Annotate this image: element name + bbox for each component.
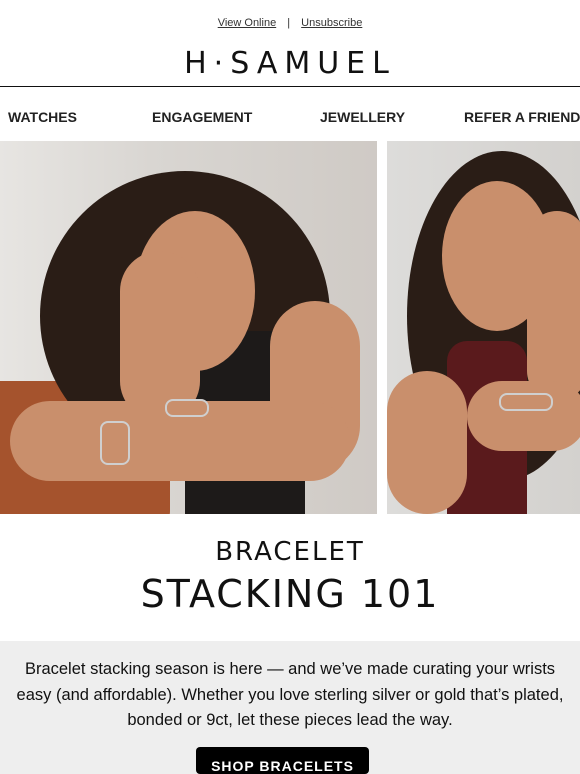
arm-shape xyxy=(467,381,580,451)
hand-shape xyxy=(120,251,200,421)
view-online-link[interactable]: View Online xyxy=(218,17,277,29)
hand-shape xyxy=(527,211,580,401)
brand-logo[interactable]: H·SAMUEL xyxy=(0,46,580,81)
header-divider xyxy=(0,86,580,87)
shoulder-shape xyxy=(387,371,467,514)
hero-photo-left xyxy=(0,141,377,514)
nav-item-engagement[interactable]: ENGAGEMENT xyxy=(152,109,252,125)
headline-line1: BRACELET xyxy=(215,537,365,567)
link-separator: | xyxy=(287,17,291,29)
shop-bracelets-button[interactable]: SHOP BRACELETS xyxy=(196,747,369,774)
intro-line-1: Bracelet stacking season is here — and w… xyxy=(24,660,556,678)
hero-photo-right xyxy=(387,141,580,514)
headline-line2: STACKING 101 xyxy=(140,572,440,616)
bracelet-shape xyxy=(499,393,553,411)
intro-text: Bracelet stacking season is here — and w… xyxy=(0,657,580,734)
hero-image[interactable] xyxy=(0,141,580,514)
nav-item-jewellery[interactable]: JEWELLERY xyxy=(320,109,405,125)
unsubscribe-link[interactable]: Unsubscribe xyxy=(301,17,362,29)
bracelet-shape xyxy=(100,421,130,465)
bracelet-shape xyxy=(165,399,209,417)
intro-line-3: bonded or 9ct, let these pieces lead the… xyxy=(127,711,453,729)
header-links: View Online | Unsubscribe xyxy=(0,17,580,29)
intro-line-2: easy (and affordable). Whether you love … xyxy=(16,685,564,704)
nav-item-refer-a-friend[interactable]: REFER A FRIEND xyxy=(464,109,580,125)
main-nav: WATCHES ENGAGEMENT JEWELLERY REFER A FRI… xyxy=(0,109,580,127)
nav-item-watches[interactable]: WATCHES xyxy=(8,109,77,125)
